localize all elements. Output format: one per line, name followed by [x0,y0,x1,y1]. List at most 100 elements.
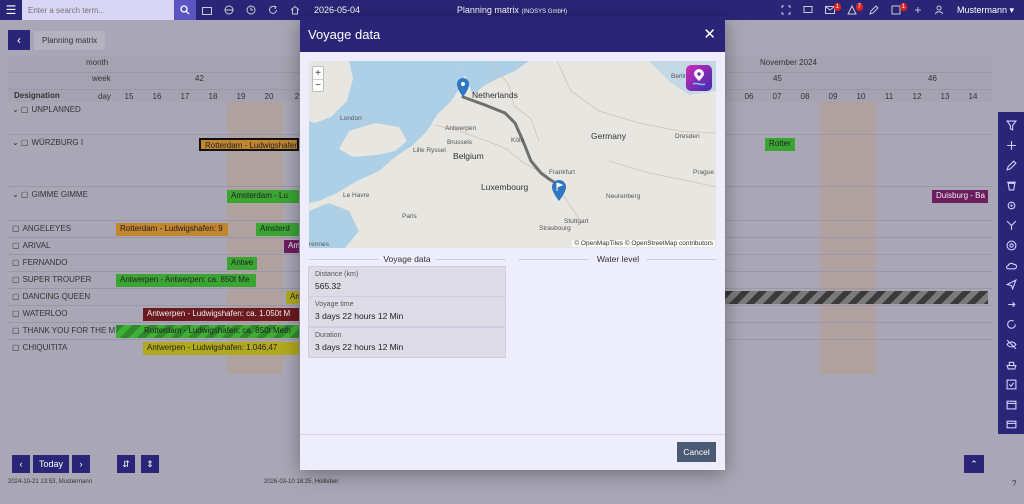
map-label: Netherlands [472,90,518,100]
voyage-bar-striped[interactable] [725,291,988,304]
map-label: Le Havre [343,192,370,199]
voyage-bar[interactable]: Antwe [227,257,257,270]
next-button[interactable]: › [72,455,91,473]
row-name: ▢ FERNANDO [12,258,68,267]
week-number: 45 [773,74,782,83]
voyage-bar[interactable]: Rotterdam - Ludwigshafen: ca. 850t Meth [116,325,299,338]
merge-icon[interactable] [1000,215,1022,235]
target-icon[interactable] [1000,235,1022,255]
voyage-bar[interactable]: Antwerpen - Ludwigshafen: 1.046,47 [143,342,299,355]
created-info: 2024-10-21 13:53, Mustermann [8,479,93,485]
map-label: Luxembourg [481,182,529,192]
field-value: 3 days 22 hours 12 Min [315,342,404,352]
cloud-icon[interactable] [1000,255,1022,275]
row-name: ▢ ANGELEYES [12,224,72,233]
folder-icon[interactable] [196,0,218,20]
field-label: Duration [315,332,342,339]
voyage-bar[interactable]: Rotterdam - Ludwigshafen: 9 [116,223,228,236]
voyage-bar[interactable]: Am [284,240,299,253]
map-pin-icon [692,69,706,86]
plus-icon[interactable] [1000,136,1022,156]
menu-icon[interactable]: ☰ [0,0,22,20]
mail-button[interactable]: 1 [819,0,841,20]
filter-icon[interactable] [1000,116,1022,136]
map-label: Brussels [447,139,472,146]
zoom-out-button[interactable]: − [313,79,323,91]
globe-icon[interactable] [218,0,240,20]
close-icon[interactable]: ✕ [703,27,716,42]
search-input[interactable] [22,0,174,20]
map-label: Prague [693,169,714,176]
day-cell: 19 [236,92,246,101]
arrow-icon[interactable] [1000,295,1022,315]
tasks-button[interactable]: 1 [885,0,907,20]
row-name: ▢ THANK YOU FOR THE M [12,326,116,335]
month-label: month [86,58,109,67]
alerts-button[interactable]: 7 [841,0,863,20]
map-app-logo [686,65,712,91]
refresh-icon[interactable] [262,0,284,20]
prev-button[interactable]: ‹ [12,455,30,473]
voyage-bar[interactable]: Antwerpen - Antwerpen: ca. 850t Me [116,274,256,287]
voyage-bar[interactable]: Amsterd [256,223,299,236]
search-button[interactable] [174,0,196,20]
hide-icon[interactable] [1000,335,1022,355]
settings-icon[interactable] [1000,196,1022,216]
day-cell: 13 [940,92,950,101]
expand-icon[interactable] [775,0,797,20]
voyage-bar[interactable]: Amsterdam - Lu [227,190,299,203]
day-cell: 14 [968,92,978,101]
route-map[interactable]: Netherlands Belgium Luxembourg Germany L… [309,61,716,248]
voyage-bar[interactable]: An [286,291,299,304]
plus-icon[interactable]: + [907,0,929,20]
map-label: Strasbourg [539,225,571,232]
user-menu[interactable]: Mustermann ▾ [951,5,1024,16]
map-label: rennes [309,241,329,248]
day-cell: 12 [912,92,922,101]
search-icon [180,5,190,15]
row-name: ⌄ ▢ UNPLANNED [12,105,81,114]
checklist-icon[interactable] [1000,374,1022,394]
user-settings-icon[interactable] [929,0,951,20]
help-icon[interactable]: ? [1012,479,1016,488]
row-name: ▢ WATERLOO [12,309,68,318]
expand-rows-button[interactable]: ⇕ [141,455,159,473]
zoom-control: + − [312,66,324,92]
edit-icon[interactable] [863,0,885,20]
voyage-bar[interactable]: Rotterdam - Ludwigshafen [199,138,299,151]
row-name: ▢ CHIQUITITA [12,343,68,352]
distance-field: Distance (km) 565.32 [308,266,506,297]
tasks-badge: 1 [899,3,907,11]
send-icon[interactable] [1000,275,1022,295]
zoom-in-button[interactable]: + [313,67,323,79]
voyage-bar[interactable]: Rotter [765,138,795,151]
trash-icon[interactable] [1000,176,1022,196]
map-label: Köln [511,137,525,144]
map-label: Belgium [453,151,484,161]
history-icon[interactable] [240,0,262,20]
tab-planning-matrix[interactable]: Planning matrix [34,30,106,50]
field-label: Distance (km) [315,271,359,278]
week-number: 46 [928,74,937,83]
ship-icon[interactable] [1000,355,1022,375]
row-name: ⌄ ▢ GIMME GIMME [12,190,88,199]
calendar-check-icon[interactable] [1000,394,1022,414]
sync-icon[interactable] [1000,315,1022,335]
edit-icon[interactable] [1000,156,1022,176]
today-button[interactable]: Today [33,455,70,473]
day-cell: 17 [180,92,190,101]
back-button[interactable]: ‹ [8,30,30,50]
voyage-time-field: Voyage time 3 days 22 hours 12 Min [308,296,506,327]
current-date: 2026-05-04 [314,5,361,15]
scroll-top-button[interactable]: ⌃ [964,455,984,473]
cancel-button[interactable]: Cancel [677,442,716,462]
collapse-rows-button[interactable]: ⇵ [117,455,135,473]
voyage-bar[interactable]: Antwerpen - Ludwigshafen: ca. 1.050t M [143,308,299,321]
chat-icon[interactable] [797,0,819,20]
bottom-toolbar: ‹ Today › [12,455,91,473]
row-name: ⌄ ▢ WÜRZBURG I [12,138,84,147]
field-label: Voyage time [315,301,354,308]
day-label: day [98,92,111,101]
voyage-bar[interactable]: Duisburg - Ba [932,190,988,203]
card-icon[interactable] [1000,414,1022,434]
